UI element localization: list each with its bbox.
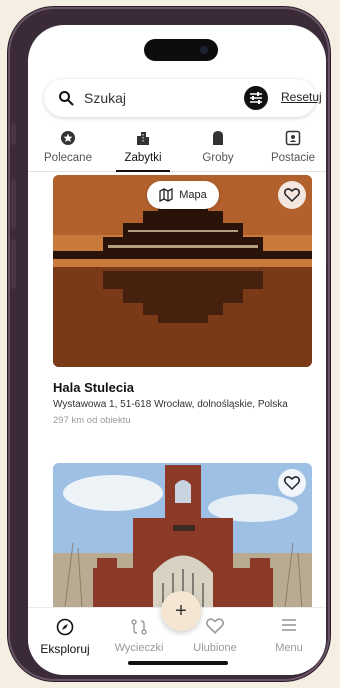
- star-badge-icon: [61, 131, 75, 145]
- volume-down-button: [11, 239, 16, 289]
- attraction-distance: 297 km od obiektu: [53, 415, 131, 426]
- compass-icon: [56, 618, 74, 636]
- search-input[interactable]: Szukaj: [84, 90, 126, 106]
- tombstone-icon: [213, 131, 223, 145]
- volume-up-button: [11, 179, 16, 229]
- phone-frame: Szukaj Resetuj Polecane Zabytki Groby Po…: [8, 7, 330, 681]
- home-indicator[interactable]: [128, 661, 228, 665]
- portrait-icon: [285, 130, 301, 146]
- tab-postacie[interactable]: Postacie: [258, 125, 326, 171]
- favorite-button[interactable]: [278, 181, 306, 209]
- attraction-address: Wystawowa 1, 51-618 Wrocław, dolnośląski…: [53, 399, 288, 410]
- tab-label: Polecane: [44, 152, 92, 164]
- nav-label: Ulubione: [193, 642, 237, 654]
- heart-icon: [284, 188, 300, 202]
- map-label: Mapa: [179, 189, 207, 201]
- heart-icon: [206, 618, 224, 634]
- search-icon: [59, 91, 74, 106]
- favorite-button[interactable]: [278, 469, 306, 497]
- tab-label: Postacie: [270, 152, 316, 164]
- heart-icon: [284, 476, 300, 490]
- nav-eksploruj[interactable]: Eksploruj: [28, 618, 102, 656]
- menu-icon: [282, 619, 296, 631]
- tab-label: Zabytki: [124, 152, 162, 164]
- dynamic-island: [144, 39, 218, 61]
- attraction-title[interactable]: Hala Stulecia: [53, 380, 134, 395]
- sliders-icon: [250, 92, 262, 104]
- tab-groby[interactable]: Groby: [183, 125, 253, 171]
- category-tabs: Polecane Zabytki Groby Postacie: [28, 125, 326, 172]
- mute-switch: [11, 123, 16, 145]
- map-icon: [159, 188, 173, 202]
- nav-menu[interactable]: Menu: [252, 618, 326, 654]
- nav-label: Wycieczki: [114, 642, 164, 654]
- attraction-card-image[interactable]: Mapa: [53, 175, 312, 367]
- tab-polecane[interactable]: Polecane: [33, 125, 103, 171]
- add-button[interactable]: +: [161, 591, 201, 631]
- app-screen: Szukaj Resetuj Polecane Zabytki Groby Po…: [28, 25, 326, 675]
- nav-label: Eksploruj: [40, 642, 90, 656]
- nav-label: Menu: [275, 642, 303, 654]
- tab-zabytki[interactable]: Zabytki: [108, 125, 178, 172]
- buildings-icon: [137, 132, 149, 145]
- tab-label: Groby: [202, 152, 234, 164]
- reset-button[interactable]: Resetuj: [281, 90, 322, 104]
- filter-button[interactable]: [244, 86, 268, 110]
- route-icon: [131, 619, 147, 635]
- map-button[interactable]: Mapa: [147, 181, 219, 209]
- search-bar[interactable]: Szukaj Resetuj: [44, 79, 322, 117]
